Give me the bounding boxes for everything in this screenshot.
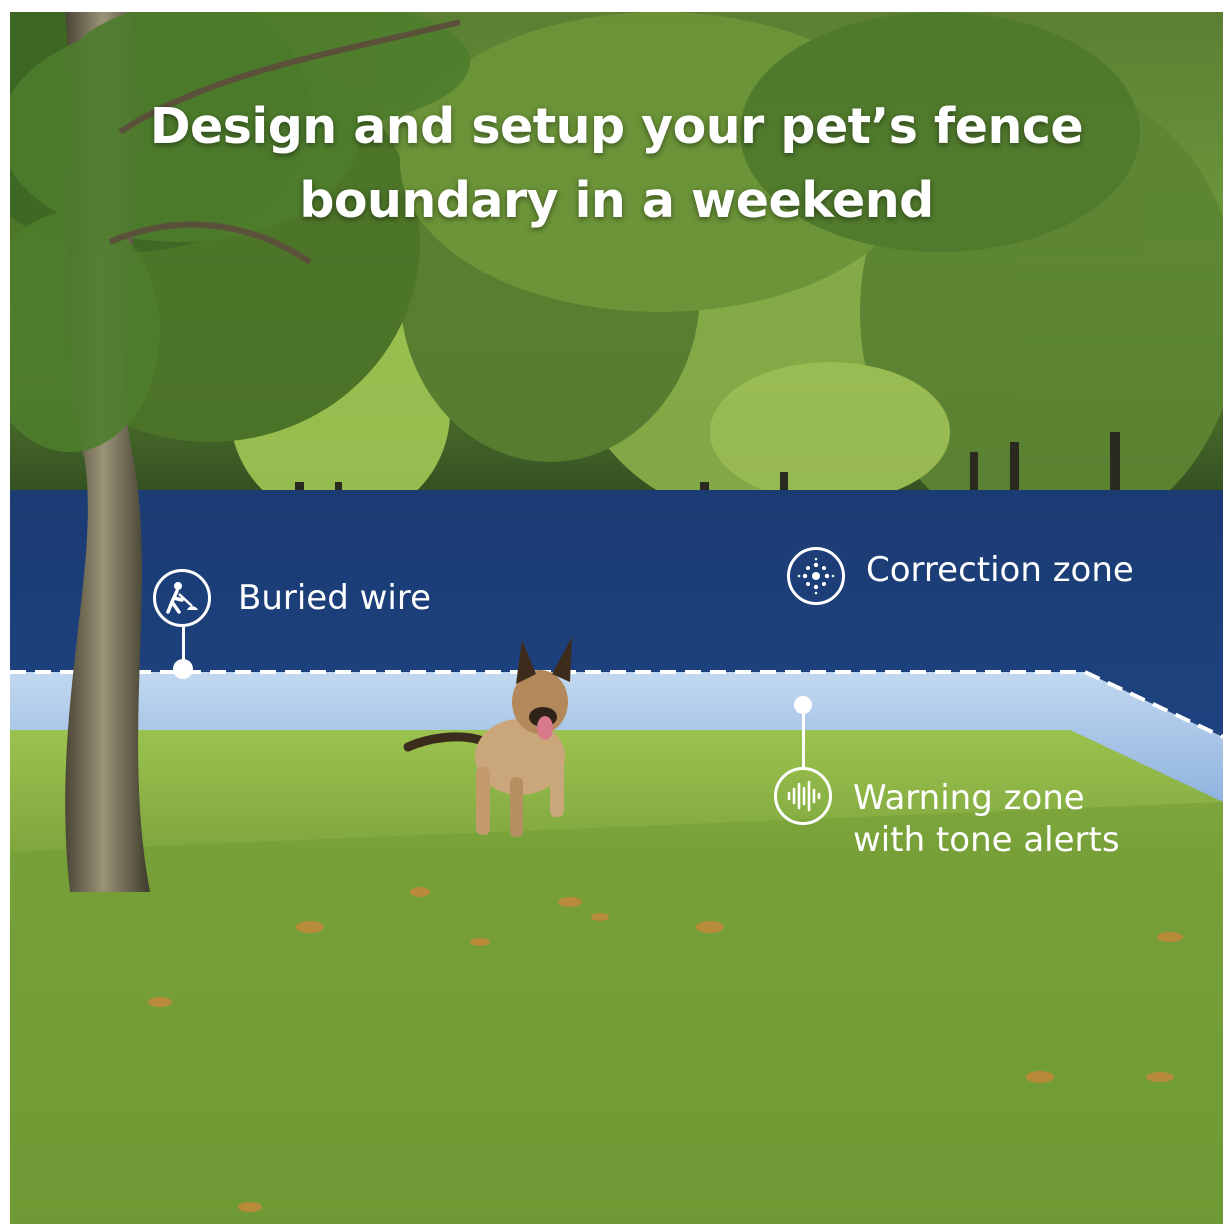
correction-zone-label: Correction zone	[866, 550, 1134, 590]
correction-zone-icon-ring	[787, 547, 845, 605]
warning-zone-label-line-1: Warning zone	[853, 778, 1085, 818]
headline: Design and setup your pet’s fence bounda…	[10, 90, 1223, 238]
warning-zone-stem	[802, 712, 805, 767]
sound-wave-icon	[787, 780, 821, 812]
warning-zone-icon-ring	[774, 767, 832, 825]
headline-line-2: boundary in a weekend	[299, 172, 934, 229]
headline-line-1: Design and setup your pet’s fence	[149, 98, 1084, 155]
warning-zone-label: Warning zone with tone alerts	[853, 777, 1120, 861]
product-image: Design and setup your pet’s fence bounda…	[10, 12, 1223, 1224]
buried-wire-label: Buried wire	[238, 578, 432, 618]
buried-wire-icon-ring	[153, 569, 211, 627]
radiating-pulse-icon	[797, 557, 835, 595]
buried-wire-marker	[173, 659, 193, 679]
warning-zone-label-line-2: with tone alerts	[853, 820, 1120, 860]
digging-person-icon	[166, 582, 198, 614]
